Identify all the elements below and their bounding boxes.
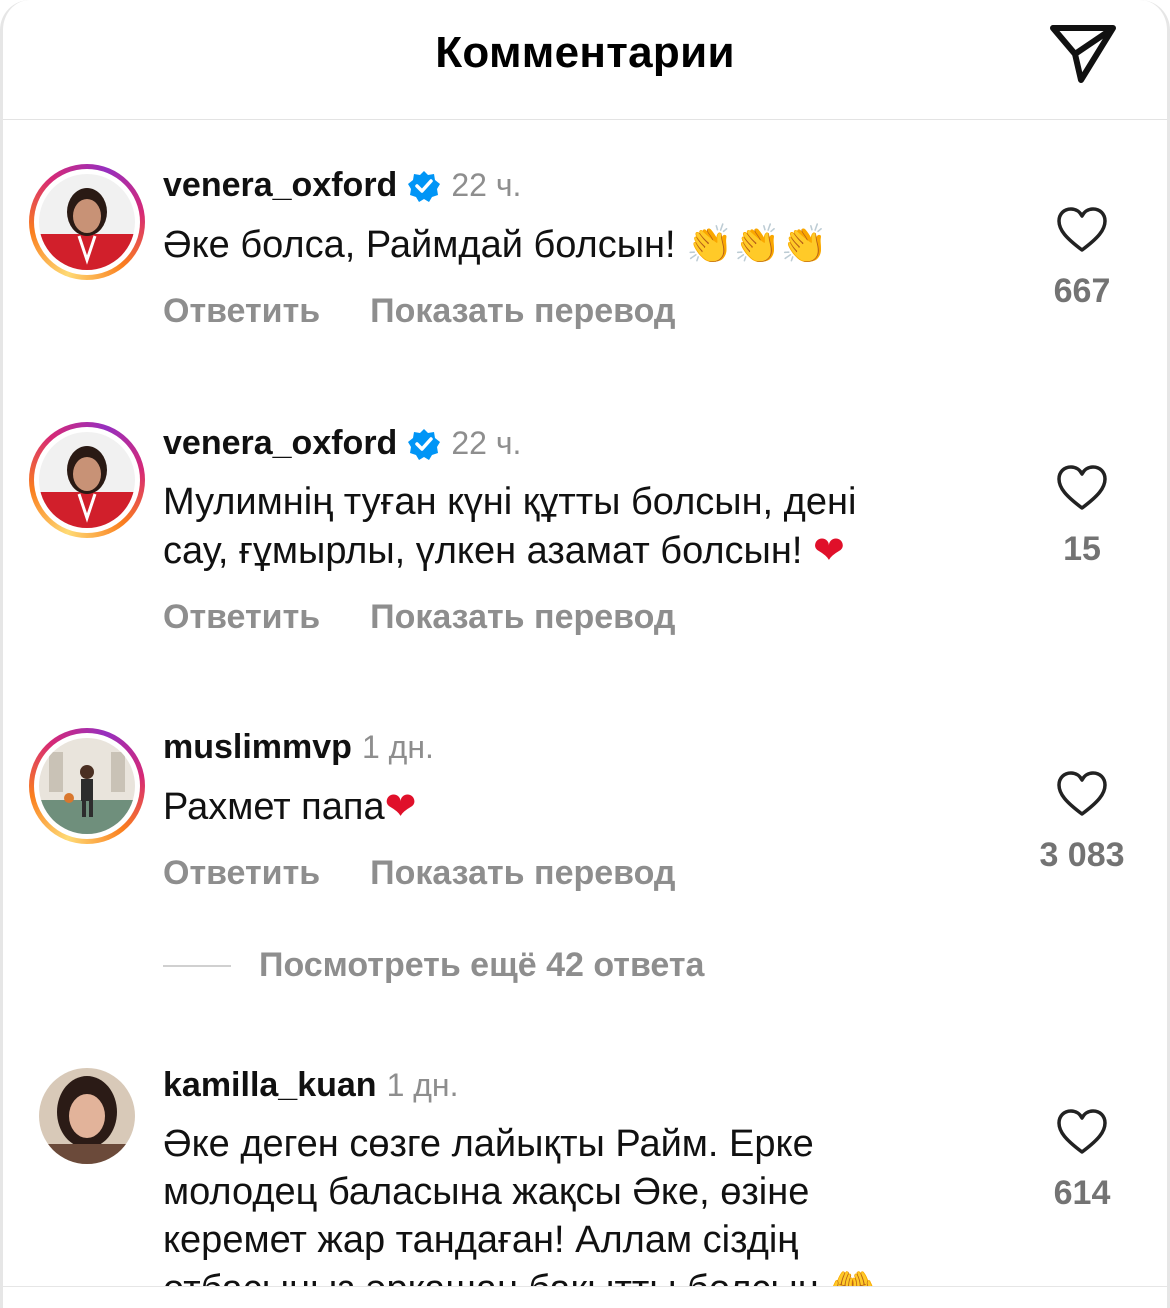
red-heart-emoji: ❤ bbox=[812, 528, 845, 572]
like-count: 614 bbox=[1053, 1174, 1111, 1212]
heart-icon[interactable] bbox=[1056, 206, 1108, 254]
avatar[interactable] bbox=[29, 422, 145, 538]
avatar[interactable] bbox=[29, 728, 145, 844]
red-heart-emoji: ❤ bbox=[384, 784, 417, 828]
comment-text: Әке болса, Раймдай болсын! 👏👏👏 bbox=[163, 220, 1003, 269]
view-more-replies[interactable]: Посмотреть ещё 42 ответа bbox=[163, 946, 704, 985]
reply-button[interactable]: Ответить bbox=[163, 598, 320, 637]
reply-button[interactable]: Ответить bbox=[163, 854, 320, 893]
comment-text-line: Рахмет папа bbox=[163, 786, 385, 828]
like-control[interactable]: 3 083 bbox=[997, 770, 1167, 875]
avatar[interactable] bbox=[29, 164, 145, 280]
comment-username[interactable]: kamilla_kuan bbox=[163, 1066, 377, 1105]
user-photo-icon bbox=[39, 432, 135, 528]
comments-sheet: Комментарии venera_oxford 22 ч. Әке болс… bbox=[0, 0, 1170, 1308]
avatar[interactable] bbox=[39, 1068, 135, 1164]
comment-time: 22 ч. bbox=[451, 167, 522, 203]
paper-plane-icon[interactable] bbox=[1047, 20, 1119, 86]
comment-text: Мулимнің туған күні құтты болсын, дені с… bbox=[163, 478, 1003, 575]
comment-text-line: Әке болса, Раймдай болсын! bbox=[163, 224, 676, 266]
comment-text-line: Әке деген сөзге лайықты Райм. Ерке bbox=[163, 1123, 814, 1165]
show-translation-button[interactable]: Показать перевод bbox=[370, 854, 675, 893]
show-translation-button[interactable]: Показать перевод bbox=[370, 292, 675, 331]
comment-text: Рахмет папа❤ bbox=[163, 782, 1003, 831]
view-more-replies-label[interactable]: Посмотреть ещё 42 ответа bbox=[259, 946, 704, 985]
comment-time: 22 ч. bbox=[451, 425, 522, 461]
show-translation-button[interactable]: Показать перевод bbox=[370, 598, 675, 637]
user-photo-icon bbox=[39, 1068, 135, 1164]
comment-text: Әке деген сөзге лайықты Райм. Ерке молод… bbox=[163, 1120, 1003, 1308]
comment-time: 1 дн. bbox=[361, 729, 434, 765]
comment-text-line: молодец баласына жақсы Әке, өзіне bbox=[163, 1171, 810, 1213]
like-count: 3 083 bbox=[1039, 836, 1125, 874]
bottom-bar bbox=[3, 1286, 1167, 1308]
like-control[interactable]: 15 bbox=[997, 464, 1167, 569]
like-control[interactable]: 614 bbox=[997, 1108, 1167, 1213]
reply-button[interactable]: Ответить bbox=[163, 292, 320, 331]
page-title: Комментарии bbox=[435, 28, 735, 77]
comment-username[interactable]: venera_oxford bbox=[163, 166, 397, 205]
comment-time: 1 дн. bbox=[386, 1067, 459, 1103]
heart-icon[interactable] bbox=[1056, 770, 1108, 818]
verified-badge-icon bbox=[408, 428, 441, 460]
comment-text-line: керемет жар тандаған! Аллам сіздің bbox=[163, 1219, 799, 1261]
heart-icon[interactable] bbox=[1056, 1108, 1108, 1156]
heart-icon[interactable] bbox=[1056, 464, 1108, 512]
comment-text-line: сау, ғұмырлы, үлкен азамат болсын! bbox=[163, 530, 803, 572]
clapping-hands-emoji: 👏👏👏 bbox=[686, 222, 829, 266]
like-count: 15 bbox=[1063, 530, 1101, 568]
like-count: 667 bbox=[1053, 272, 1111, 310]
comments-header: Комментарии bbox=[3, 0, 1167, 120]
comment-username[interactable]: venera_oxford bbox=[163, 424, 397, 463]
like-control[interactable]: 667 bbox=[997, 206, 1167, 311]
user-photo-icon bbox=[39, 738, 135, 834]
comment-username[interactable]: muslimmvp bbox=[163, 728, 352, 767]
user-photo-icon bbox=[39, 174, 135, 270]
verified-badge-icon bbox=[408, 170, 441, 202]
divider bbox=[163, 964, 231, 967]
comment-text-line: Мулимнің туған күні құтты болсын, дені bbox=[163, 481, 857, 523]
